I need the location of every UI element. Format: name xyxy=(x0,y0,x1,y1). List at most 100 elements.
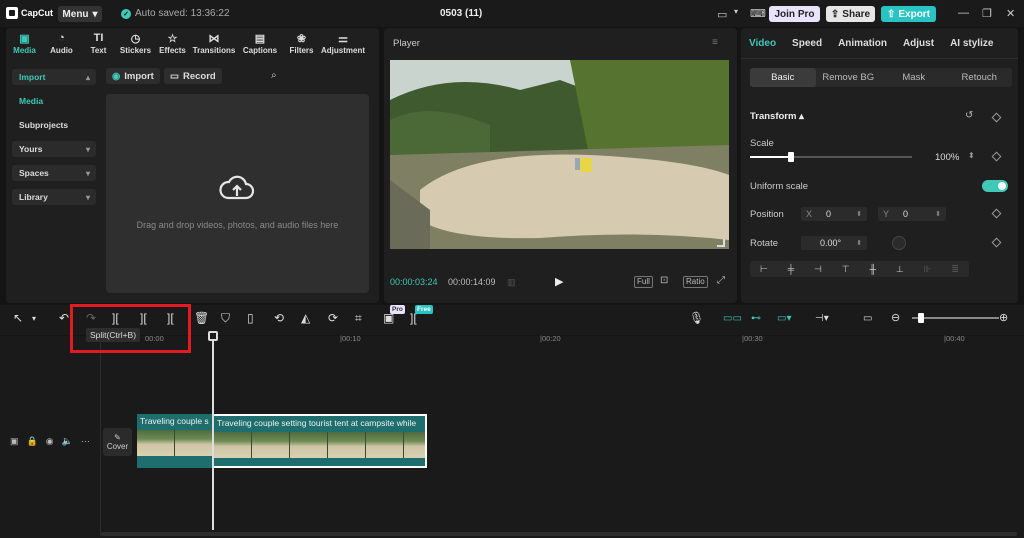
rotate-icon[interactable]: ⟳ xyxy=(328,311,338,325)
fullscreen-icon[interactable]: ⤢ xyxy=(717,275,725,286)
restore-icon[interactable]: ❐ xyxy=(982,7,992,20)
zoom-out-icon[interactable]: ⊖ xyxy=(891,311,900,324)
scale-knob[interactable] xyxy=(787,152,794,162)
record-button[interactable]: ▭ Record xyxy=(164,68,222,84)
layout-chevron-icon[interactable]: ▾ xyxy=(734,7,738,16)
subtab-mask[interactable]: Mask xyxy=(881,68,947,87)
zoom-slider[interactable] xyxy=(912,317,999,319)
share-button[interactable]: ⇪ Share xyxy=(826,6,875,22)
snap-icon[interactable]: ⊣▾ xyxy=(815,313,829,324)
eye-icon[interactable]: ◉ xyxy=(46,436,54,447)
chevron-up-icon: ▴ xyxy=(85,72,90,82)
tab-filters[interactable]: ❀ Filters xyxy=(283,28,320,58)
player-menu-icon[interactable]: ≡ xyxy=(712,37,718,48)
drop-zone[interactable]: Drag and drop videos, photos, and audio … xyxy=(106,94,369,293)
align-center-v-icon[interactable]: ╫ xyxy=(870,264,876,274)
sidebar-item-subprojects[interactable]: Subprojects xyxy=(12,117,96,133)
close-icon[interactable]: ✕ xyxy=(1006,7,1015,20)
tab-ai-stylize[interactable]: AI stylize xyxy=(942,38,1001,49)
preview-axis-icon[interactable]: ▭▾ xyxy=(777,313,791,324)
track-hide-icon[interactable]: ▣ xyxy=(10,436,19,447)
video-preview[interactable] xyxy=(390,60,729,249)
select-cursor-icon[interactable]: ↖ xyxy=(13,311,23,325)
horizontal-scrollbar[interactable] xyxy=(101,532,1017,536)
tab-stickers[interactable]: ◷ Stickers xyxy=(117,28,154,58)
stepper-icon[interactable]: ⬍ xyxy=(968,151,975,160)
scale-value[interactable]: 100% xyxy=(935,152,959,163)
cover-button[interactable]: ✎ Cover xyxy=(103,428,132,456)
align-top-icon[interactable]: ⊤ xyxy=(842,264,850,275)
layout-icon[interactable]: ▭ xyxy=(717,8,727,21)
sidebar-item-yours[interactable]: Yours ▾ xyxy=(12,141,96,157)
tab-captions[interactable]: ▤ Captions xyxy=(237,28,283,58)
play-icon[interactable]: ▶ xyxy=(555,275,563,288)
rotate-field[interactable]: 0.00° ⬍ xyxy=(801,236,867,250)
import-button[interactable]: ◉ Import xyxy=(106,68,160,84)
magnet-main-icon[interactable]: ▭▭ xyxy=(723,313,742,324)
tab-animation[interactable]: Animation xyxy=(830,38,895,49)
capcut-logo-icon xyxy=(6,7,18,19)
tab-transitions[interactable]: ⋈ Transitions xyxy=(191,28,237,58)
tab-media[interactable]: ▣ Media xyxy=(6,28,43,58)
undo-icon[interactable]: ↶ xyxy=(59,311,69,325)
full-button[interactable]: Full xyxy=(634,276,653,288)
playhead[interactable] xyxy=(212,331,214,530)
tab-text[interactable]: TI Text xyxy=(80,28,117,58)
uniform-scale-toggle[interactable] xyxy=(982,180,1008,192)
speaker-icon[interactable]: 🔈 xyxy=(62,436,73,447)
ratio-button[interactable]: Ratio xyxy=(683,276,708,288)
tab-effects[interactable]: ☆ Effects xyxy=(154,28,191,58)
reset-icon[interactable]: ↺ xyxy=(965,110,973,121)
lock-icon[interactable]: 🔒 xyxy=(27,436,38,447)
distribute-h-icon[interactable]: ⊪ xyxy=(924,264,932,275)
tab-speed[interactable]: Speed xyxy=(784,38,830,49)
sidebar-item-media[interactable]: Media xyxy=(12,93,96,109)
subtab-remove-bg[interactable]: Remove BG xyxy=(816,68,882,87)
align-center-h-icon[interactable]: ╪ xyxy=(788,264,794,274)
tab-adjust[interactable]: Adjust xyxy=(895,38,942,49)
subtab-basic[interactable]: Basic xyxy=(750,68,816,87)
keyframe-icon[interactable] xyxy=(991,151,1002,162)
resize-handle-icon[interactable] xyxy=(717,239,725,247)
reverse-icon[interactable]: ⟲ xyxy=(274,311,284,325)
rotate-dial[interactable] xyxy=(892,236,906,250)
video-clip-2[interactable]: Traveling couple setting tourist tent at… xyxy=(212,414,427,468)
join-pro-button[interactable]: Join Pro xyxy=(769,6,820,22)
scale-slider[interactable] xyxy=(750,152,912,162)
zoom-knob[interactable] xyxy=(918,313,924,323)
position-y-field[interactable]: Y 0 ⬍ xyxy=(878,207,946,221)
delete-icon[interactable]: 🗑 xyxy=(194,311,209,325)
keyboard-icon[interactable]: ⌨ xyxy=(750,7,766,20)
sidebar-item-spaces[interactable]: Spaces ▾ xyxy=(12,165,96,181)
fit-icon[interactable]: ⊡ xyxy=(660,275,668,286)
playhead-handle[interactable] xyxy=(208,331,218,341)
timecode-toggle-icon[interactable]: ▥ xyxy=(507,277,516,288)
screen-icon[interactable]: ▭ xyxy=(863,313,872,324)
tab-video[interactable]: Video xyxy=(741,38,784,49)
align-bottom-icon[interactable]: ⊥ xyxy=(896,264,904,275)
link-icon[interactable]: ⊷ xyxy=(751,313,761,324)
tab-audio[interactable]: ◔ Audio xyxy=(43,28,80,58)
tab-adjustment[interactable]: ⚌ Adjustment xyxy=(320,28,366,58)
microphone-icon[interactable]: 🎙 xyxy=(689,311,704,325)
menu-button[interactable]: Menu ▾ xyxy=(58,6,102,22)
crop-icon[interactable]: ⌗ xyxy=(355,311,362,326)
video-clip-1[interactable]: Traveling couple s xyxy=(137,414,212,468)
minimize-icon[interactable]: — xyxy=(958,7,969,19)
more-icon[interactable]: ⋯ xyxy=(81,436,90,447)
align-left-icon[interactable]: ⊢ xyxy=(760,264,768,275)
subtab-retouch[interactable]: Retouch xyxy=(947,68,1013,87)
sidebar-item-import[interactable]: Import ▴ xyxy=(12,69,96,85)
marker-icon[interactable]: ⛉ xyxy=(221,311,230,326)
freeze-icon[interactable]: ▯ xyxy=(247,311,254,325)
search-icon[interactable]: ⌕ xyxy=(271,70,277,81)
export-button[interactable]: ⇧ Export xyxy=(881,6,936,22)
distribute-v-icon[interactable]: ≣ xyxy=(951,264,959,275)
sidebar-item-library[interactable]: Library ▾ xyxy=(12,189,96,205)
chevron-down-icon[interactable]: ▾ xyxy=(32,314,36,323)
x-axis-label: X xyxy=(806,209,813,219)
align-right-icon[interactable]: ⊣ xyxy=(814,264,822,275)
mirror-icon[interactable]: ◭ xyxy=(301,311,310,325)
zoom-in-icon[interactable]: ⊕ xyxy=(999,311,1008,324)
position-x-field[interactable]: X 0 ⬍ xyxy=(801,207,867,221)
